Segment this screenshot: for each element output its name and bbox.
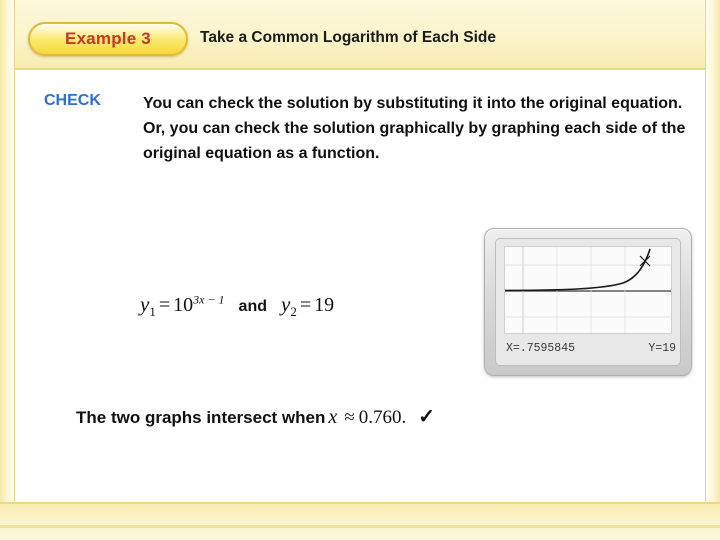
- calculator-screen: [504, 246, 672, 334]
- checkmark-icon: ✓: [418, 406, 435, 428]
- y2-value: 19: [314, 294, 335, 316]
- conclusion-value: 0.760.: [358, 407, 407, 428]
- calculator-x-value: X=.7595845: [506, 342, 576, 355]
- y1-subscript: 1: [149, 303, 156, 319]
- right-edge-decoration: [705, 0, 720, 540]
- y2-variable: y: [281, 292, 291, 316]
- conclusion-text: The two graphs intersect when: [76, 408, 326, 427]
- check-paragraph: You can check the solution by substituti…: [143, 95, 686, 162]
- base-ten: 10: [173, 294, 194, 316]
- conclusion-variable: x: [328, 406, 338, 428]
- equation-line: y1 = 103x − 1 and y2 = 19: [140, 292, 470, 320]
- equals-sign-1: =: [158, 294, 171, 316]
- graphing-calculator-image: X=.7595845 Y=19: [484, 228, 692, 376]
- y2-subscript: 2: [290, 303, 297, 319]
- calculator-y-value: Y=19: [648, 342, 676, 355]
- exponent: 3x − 1: [193, 292, 225, 307]
- example-badge: Example 3: [28, 22, 188, 56]
- calculator-readout: X=.7595845 Y=19: [506, 342, 676, 355]
- example-badge-label: Example 3: [65, 29, 151, 48]
- y1-variable: y: [140, 292, 150, 316]
- and-conjunction: and: [238, 298, 267, 315]
- equals-sign-2: =: [299, 294, 312, 316]
- footer-accent-line: [0, 525, 720, 528]
- calculator-graph-svg: [505, 247, 671, 333]
- left-edge-decoration: [0, 0, 15, 540]
- calculator-bezel: X=.7595845 Y=19: [495, 238, 681, 366]
- page-title: Take a Common Logarithm of Each Side: [200, 29, 496, 46]
- slide: Example 3 Take a Common Logarithm of Eac…: [0, 0, 720, 540]
- conclusion-line: The two graphs intersect when x ≈0.760. ✓: [76, 404, 636, 429]
- footer-band: [0, 502, 720, 540]
- approx-symbol: ≈: [344, 407, 355, 428]
- check-label: CHECK: [44, 92, 101, 109]
